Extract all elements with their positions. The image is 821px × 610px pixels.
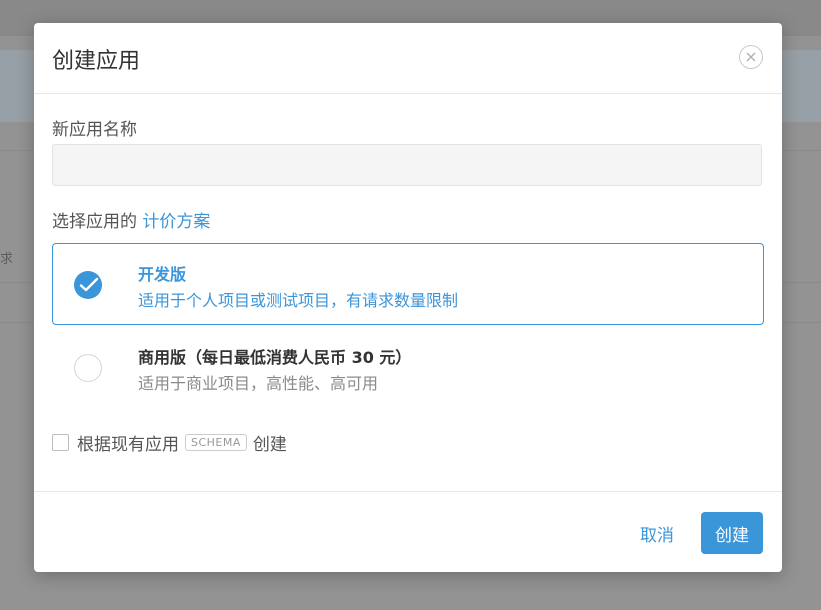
app-name-input[interactable] [52, 144, 762, 186]
schema-suffix: 创建 [252, 434, 287, 455]
schema-prefix: 根据现有应用 [77, 434, 179, 455]
create-button[interactable]: 创建 [701, 512, 763, 554]
plan-label: 选择应用的 计价方案 [52, 207, 210, 232]
radio-unchecked[interactable] [74, 354, 102, 382]
plan-name: 开发版 [138, 265, 187, 284]
close-icon [746, 52, 756, 62]
schema-option: 根据现有应用 SCHEMA 创建 [52, 430, 287, 455]
create-app-dialog: 创建应用 新应用名称 选择应用的 计价方案 开发版 适用于个人项目或测试项目，有… [34, 23, 782, 572]
dialog-footer: 取消 创建 [34, 491, 782, 573]
cancel-button[interactable]: 取消 [640, 521, 674, 546]
schema-checkbox[interactable] [52, 433, 69, 451]
dialog-title: 创建应用 [52, 49, 141, 74]
dialog-header: 创建应用 [34, 23, 782, 94]
checkmark-icon [79, 277, 99, 292]
plan-option-commercial[interactable]: 商用版（每日最低消费人民币 30 元） 适用于商业项目，高性能、高可用 [52, 326, 764, 408]
background-text: 求 [0, 252, 14, 267]
schema-tag: SCHEMA [185, 433, 247, 451]
plan-option-dev[interactable]: 开发版 适用于个人项目或测试项目，有请求数量限制 [52, 243, 764, 325]
plan-description: 适用于个人项目或测试项目，有请求数量限制 [138, 291, 459, 310]
plan-label-text: 选择应用的 [52, 212, 137, 232]
plan-name: 商用版（每日最低消费人民币 30 元） [138, 348, 412, 367]
app-name-label: 新应用名称 [52, 120, 137, 140]
pricing-plan-link[interactable]: 计价方案 [142, 212, 210, 232]
plan-description: 适用于商业项目，高性能、高可用 [138, 374, 379, 393]
close-button[interactable] [739, 45, 763, 69]
radio-checked[interactable] [74, 271, 102, 299]
